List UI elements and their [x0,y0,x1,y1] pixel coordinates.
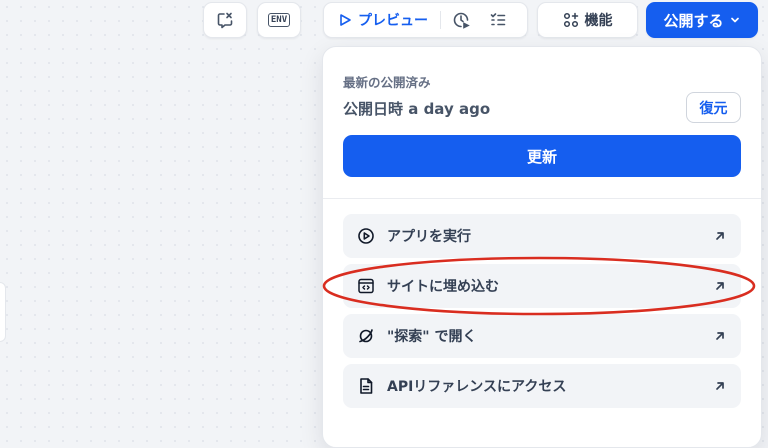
arrow-up-right-icon [716,282,724,290]
embed-window-icon [357,277,375,295]
document-icon [357,377,375,395]
env-variables-button[interactable]: ENV [257,2,301,38]
arrow-up-right-icon [716,232,724,240]
arrow-up-right-icon [716,332,724,340]
app-toolbar: ENV プレビュー 機能 公開する [0,0,768,44]
menu-item-label: APIリファレンスにアクセス [387,379,567,395]
menu-item-api-reference[interactable]: APIリファレンスにアクセス [343,364,741,408]
env-icon: ENV [267,13,291,27]
restore-button[interactable]: 復元 [686,92,741,123]
chevron-down-icon [730,17,739,23]
debug-comment-button[interactable] [203,2,247,38]
play-circle-icon [357,227,375,245]
canvas-node-edge [0,282,6,342]
explore-planet-icon [357,327,375,345]
checklist-icon[interactable] [489,11,507,29]
published-time: 公開日時 a day ago [343,100,491,118]
menu-item-label: "探索" で開く [387,329,477,345]
menu-item-label: アプリを実行 [387,229,471,245]
update-button[interactable]: 更新 [343,135,741,177]
features-button[interactable]: 機能 [537,2,638,38]
preview-toolbar-group: プレビュー [323,2,528,38]
arrow-up-right-icon [716,382,724,390]
preview-button[interactable]: プレビュー [358,10,428,30]
apps-add-icon [563,12,578,28]
menu-item-label: サイトに埋め込む [387,279,499,295]
features-label: 機能 [584,13,613,29]
chat-clear-icon [217,12,233,29]
publish-dropdown-panel: 最新の公開済み 公開日時 a day ago 復元 更新 アプリを実行 サイトに… [322,46,762,448]
toolbar-separator [440,11,441,29]
play-icon [340,14,351,26]
run-history-icon[interactable] [451,10,471,30]
latest-published-label: 最新の公開済み [343,75,431,90]
publish-button[interactable]: 公開する [646,2,758,38]
publish-label: 公開する [663,11,724,30]
menu-item-run-app[interactable]: アプリを実行 [343,214,741,258]
menu-item-open-explore[interactable]: "探索" で開く [343,314,741,358]
menu-item-embed-site[interactable]: サイトに埋め込む [343,264,741,308]
panel-divider [323,198,761,199]
